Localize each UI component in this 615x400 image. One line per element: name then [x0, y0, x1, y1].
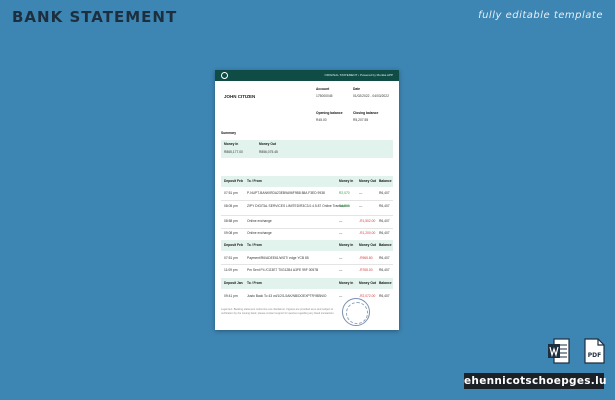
date-value: 01/02/2022 - 04/03/2022: [353, 94, 389, 98]
money-in-label: Money In: [224, 142, 239, 146]
row-money-out: —: [359, 191, 363, 195]
row-balance: R6,407: [379, 256, 390, 260]
col-tofrom-header: To / From: [247, 281, 262, 285]
row-divider: [221, 215, 393, 216]
col-moneyin-header: Money In: [339, 281, 354, 285]
row-description: Online exchange: [247, 219, 272, 223]
statement-document: ORIGINAL STATEMENT • Powered by Monika A…: [215, 70, 399, 330]
row-description: Pm Sent P4 /CG3E7 T0G12B4 A3FE 99F 0057B: [247, 268, 319, 272]
col-tofrom-header: To / From: [247, 243, 262, 247]
brand-watermark: ehennicotschoepges.lu: [464, 373, 607, 389]
row-description: Payment/R6/ADEE61/WGT/ edge YCB 85: [247, 256, 309, 260]
opening-balance-label: Opening balance: [316, 111, 343, 115]
statement-header-bar: ORIGINAL STATEMENT • Powered by Monika A…: [215, 70, 399, 81]
row-money-out: -R765.00: [359, 268, 373, 272]
opening-balance-value: R45.00: [316, 118, 327, 122]
row-money-out: —: [359, 204, 363, 208]
page-title: BANK STATEMENT: [12, 8, 178, 26]
row-balance: R6,407: [379, 204, 390, 208]
row-divider: [221, 228, 393, 229]
word-document-icon[interactable]: [548, 338, 570, 364]
row-description: ZIPY DIGITAL SERVICES LIMITED/R3C3.0.4.5…: [247, 204, 350, 208]
bank-stamp-icon: [342, 298, 370, 326]
row-divider: [221, 264, 393, 265]
table-header-row: Deposit Feb To / From Money In Money Out…: [221, 240, 393, 251]
money-in-value: R865,177.00: [224, 150, 243, 154]
col-moneyout-header: Money Out: [359, 179, 377, 183]
account-value: 175000045: [316, 94, 333, 98]
row-balance: R6,407: [379, 219, 390, 223]
row-money-out: -R965.80: [359, 256, 373, 260]
row-balance: R6,407: [379, 191, 390, 195]
col-moneyout-header: Money Out: [359, 281, 377, 285]
money-out-label: Money Out: [259, 142, 277, 146]
col-date-header: Deposit Feb: [224, 243, 243, 247]
col-moneyout-header: Money Out: [359, 243, 377, 247]
row-money-in: R4,500: [339, 204, 350, 208]
pdf-document-icon[interactable]: PDF: [583, 338, 605, 364]
row-time: 07:51 pm: [224, 256, 238, 260]
row-time: 11:09 pm: [224, 268, 238, 272]
row-description: P-NUPT-BANKIRDA23EB9A96F9B8 88A F3ED 993…: [247, 191, 325, 195]
col-balance-header: Balance: [379, 281, 392, 285]
row-balance: R6,407: [379, 268, 390, 272]
summary-label: Summary: [221, 131, 237, 135]
table-header-row: Deposit Jan To / From Money In Money Out…: [221, 278, 393, 289]
bank-logo-icon: [221, 72, 228, 79]
row-money-in: —: [339, 231, 343, 235]
account-holder-name: JOHN CITIZEN: [224, 94, 256, 99]
row-description: Online exchange: [247, 231, 272, 235]
row-description: Justo Back To 43 vd/1/2/1/JAK/NB/DOEXPTR…: [247, 294, 327, 298]
svg-text:PDF: PDF: [588, 352, 601, 359]
row-time: 08:58 pm: [224, 219, 238, 223]
col-date-header: Deposit Jan: [224, 281, 243, 285]
row-time: 08:05 pm: [224, 204, 238, 208]
row-money-out: -R1,200.00: [359, 231, 376, 235]
col-balance-header: Balance: [379, 243, 392, 247]
statement-top-text: ORIGINAL STATEMENT • Powered by Monika A…: [324, 73, 393, 77]
row-balance: R6,407: [379, 294, 390, 298]
row-time: 09:41 pm: [224, 294, 238, 298]
row-time: 09:08 pm: [224, 231, 238, 235]
col-tofrom-header: To / From: [247, 179, 262, 183]
row-money-in: R2,070: [339, 191, 350, 195]
row-money-out: -R2,072.00: [359, 294, 376, 298]
account-label: Account: [316, 87, 330, 91]
row-money-in: —: [339, 219, 343, 223]
col-date-header: Deposit Feb: [224, 179, 243, 183]
closing-balance-value: R5,207.55: [353, 118, 369, 122]
row-money-in: —: [339, 294, 343, 298]
col-moneyin-header: Money In: [339, 243, 354, 247]
row-divider: [221, 200, 393, 201]
closing-balance-label: Closing balance: [353, 111, 379, 115]
row-balance: R6,407: [379, 231, 390, 235]
table-header-row: Deposit Feb To / From Money In Money Out…: [221, 176, 393, 187]
col-moneyin-header: Money In: [339, 179, 354, 183]
summary-box: Money In Money Out R865,177.00 R856,075.…: [221, 140, 393, 158]
page-subtitle: fully editable template: [478, 10, 603, 21]
footer-disclaimer: Legal text: Banking statement notice lin…: [221, 308, 335, 315]
row-money-out: -R1,502.00: [359, 219, 376, 223]
row-money-in: —: [339, 268, 343, 272]
row-time: 07:51 pm: [224, 191, 238, 195]
col-balance-header: Balance: [379, 179, 392, 183]
date-label: Date: [353, 87, 361, 91]
row-money-in: —: [339, 256, 343, 260]
money-out-value: R856,075.45: [259, 150, 278, 154]
